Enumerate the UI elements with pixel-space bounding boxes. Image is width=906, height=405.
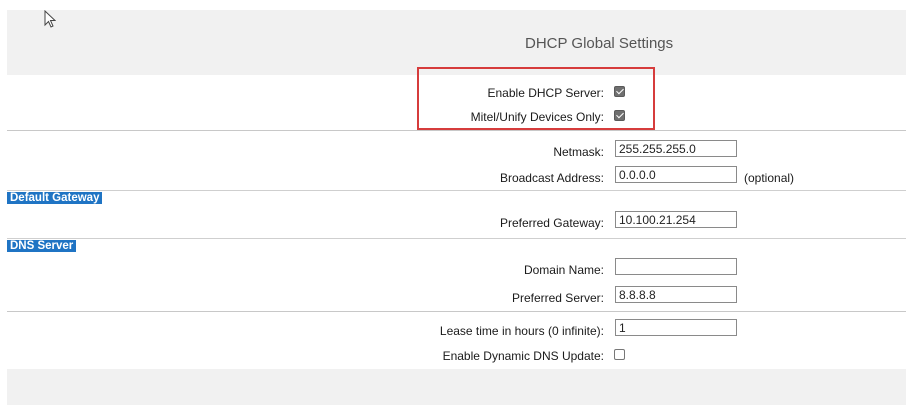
preferred-gateway-label: Preferred Gateway: — [499, 216, 604, 230]
netmask-input[interactable] — [615, 140, 737, 157]
preferred-server-label: Preferred Server: — [511, 291, 604, 305]
row-divider — [7, 311, 906, 312]
netmask-label: Netmask: — [553, 145, 604, 159]
highlight-annotation — [417, 67, 655, 130]
preferred-server-input[interactable] — [615, 286, 737, 303]
section-divider — [7, 238, 906, 239]
preferred-gateway-input[interactable] — [615, 211, 737, 228]
section-default-gateway: Default Gateway — [7, 192, 103, 204]
domain-name-input[interactable] — [615, 258, 737, 275]
section-dns-server: DNS Server — [7, 240, 77, 252]
footer-band — [7, 369, 906, 405]
mouse-pointer-icon — [44, 9, 57, 31]
dynamic-dns-update-checkbox[interactable] — [614, 349, 625, 360]
lease-time-input[interactable] — [615, 319, 737, 336]
section-divider — [7, 190, 906, 191]
broadcast-address-label: Broadcast Address: — [499, 171, 604, 185]
row-divider — [7, 130, 906, 131]
page-title: DHCP Global Settings — [525, 35, 674, 52]
broadcast-optional-hint: (optional) — [744, 171, 795, 185]
dynamic-dns-update-label: Enable Dynamic DNS Update: — [442, 349, 604, 363]
header-band — [7, 10, 906, 75]
lease-time-label: Lease time in hours (0 infinite): — [439, 324, 604, 338]
domain-name-label: Domain Name: — [523, 263, 604, 277]
broadcast-address-input[interactable] — [615, 166, 737, 183]
